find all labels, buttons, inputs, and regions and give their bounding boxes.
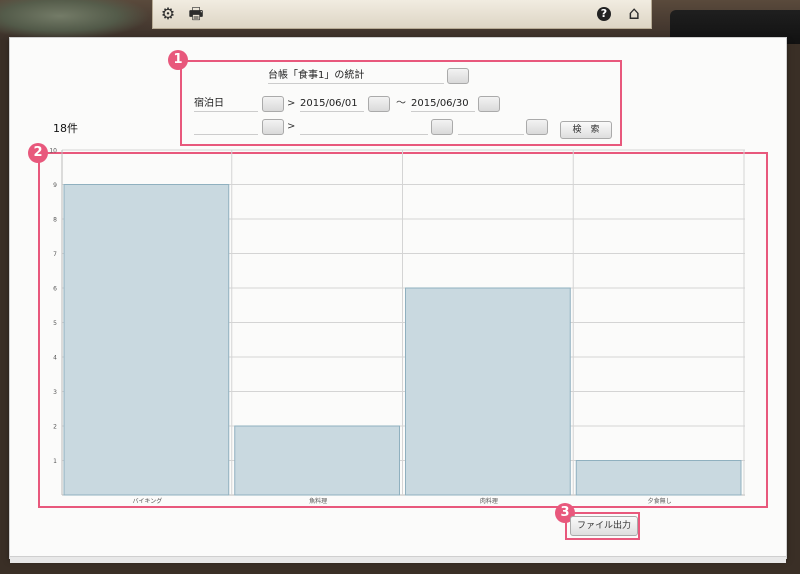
ledger-title: 台帳「食事1」の統計 [268, 69, 444, 84]
condition-operator-symbol: > [287, 121, 296, 132]
date-field-select[interactable]: 宿泊日 [194, 97, 258, 112]
chart-highlight [38, 152, 768, 508]
date-to-input[interactable]: 2015/06/30 [411, 97, 475, 112]
tilde-symbol: ～ [396, 98, 406, 109]
condition-field-select[interactable] [194, 120, 258, 135]
search-button[interactable]: 検 索 [560, 121, 612, 139]
condition-extra-input[interactable] [458, 120, 524, 135]
date-from-picker-button[interactable] [368, 96, 390, 112]
condition-field-dropdown-button[interactable] [262, 119, 284, 135]
home-icon[interactable]: ⌂ [625, 5, 643, 23]
condition-value-button[interactable] [431, 119, 453, 135]
condition-extra-button[interactable] [526, 119, 548, 135]
greater-than-symbol: > [287, 98, 296, 109]
ledger-select-button[interactable] [447, 68, 469, 84]
callout-badge-1: 1 [168, 50, 188, 70]
callout-badge-2: 2 [28, 143, 48, 163]
date-from-input[interactable]: 2015/06/01 [300, 97, 364, 112]
help-icon[interactable]: ? [597, 7, 611, 21]
result-count: 18件 [53, 122, 78, 135]
gear-icon[interactable]: ⚙ [159, 5, 177, 23]
date-to-picker-button[interactable] [478, 96, 500, 112]
panel-bottom-edge [10, 556, 786, 563]
top-toolbar: ⚙ 🖶 ? ⌂ [152, 0, 652, 29]
condition-value-input[interactable] [300, 120, 428, 135]
date-field-dropdown-button[interactable] [262, 96, 284, 112]
file-export-button[interactable]: ファイル出力 [570, 516, 638, 536]
printer-icon[interactable]: 🖶 [187, 5, 205, 23]
leaf-decoration [0, 0, 150, 40]
